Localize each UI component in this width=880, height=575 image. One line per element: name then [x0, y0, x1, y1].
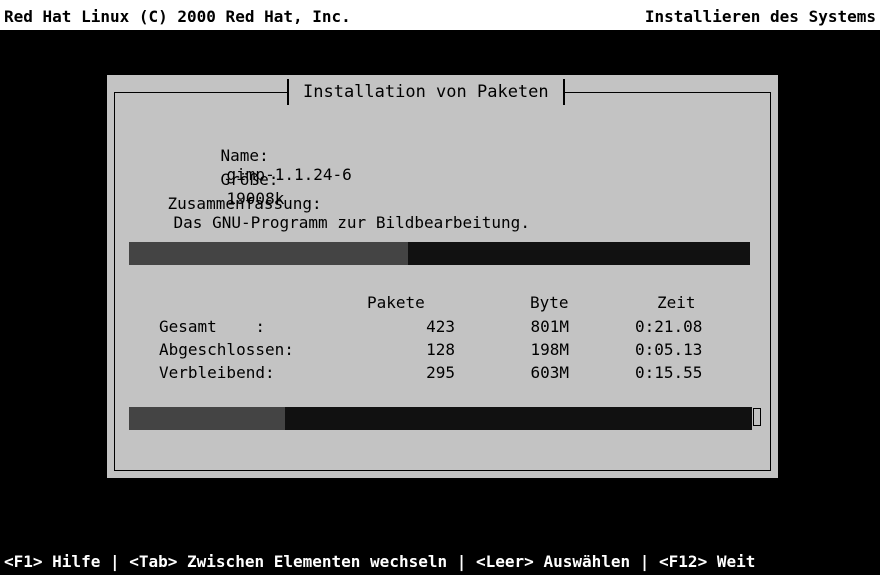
- header-time: Zeit: [657, 293, 696, 312]
- stats-row-bytes: 801M: [530, 317, 569, 336]
- package-summary-row: Zusammenfassung: Das GNU-Programm zur Bi…: [129, 175, 530, 251]
- package-progress-fill: [129, 242, 409, 265]
- stats-row-time: 0:21.08: [635, 317, 703, 336]
- footer-bar: <F1> Hilfe | <Tab> Zwischen Elementen we…: [0, 545, 880, 575]
- header-bytes: Byte: [530, 293, 569, 312]
- stats-row-packages: 128: [426, 340, 455, 359]
- install-dialog: Installation von Paketen Name: gimp-1.1.…: [107, 75, 778, 478]
- total-progress-fill: [129, 407, 285, 430]
- package-progress-bar: [129, 242, 750, 265]
- installer-title: Installieren des Systems: [644, 7, 876, 26]
- stats-row-label: Verbleibend:: [159, 363, 275, 382]
- stats-row-time: 0:15.55: [635, 363, 703, 382]
- key-help-text: <F1> Hilfe | <Tab> Zwischen Elementen we…: [4, 552, 756, 571]
- summary-label: Zusammenfassung:: [167, 194, 322, 213]
- total-progress-bar: [129, 407, 752, 430]
- stats-row-label: Abgeschlossen:: [159, 340, 294, 359]
- header-bar: Red Hat Linux (C) 2000 Red Hat, Inc. Ins…: [0, 0, 880, 30]
- text-cursor: [753, 408, 761, 426]
- copyright-text: Red Hat Linux (C) 2000 Red Hat, Inc.: [4, 7, 351, 26]
- stats-row-packages: 423: [426, 317, 455, 336]
- stats-row-bytes: 603M: [530, 363, 569, 382]
- stats-row-label: Gesamt :: [159, 317, 265, 336]
- stats-row-packages: 295: [426, 363, 455, 382]
- header-packages: Pakete: [367, 293, 425, 312]
- stats-row-bytes: 198M: [530, 340, 569, 359]
- dialog-title: Installation von Paketen: [287, 79, 565, 105]
- stats-row-time: 0:05.13: [635, 340, 703, 359]
- summary-value: Das GNU-Programm zur Bildbearbeitung.: [173, 213, 530, 232]
